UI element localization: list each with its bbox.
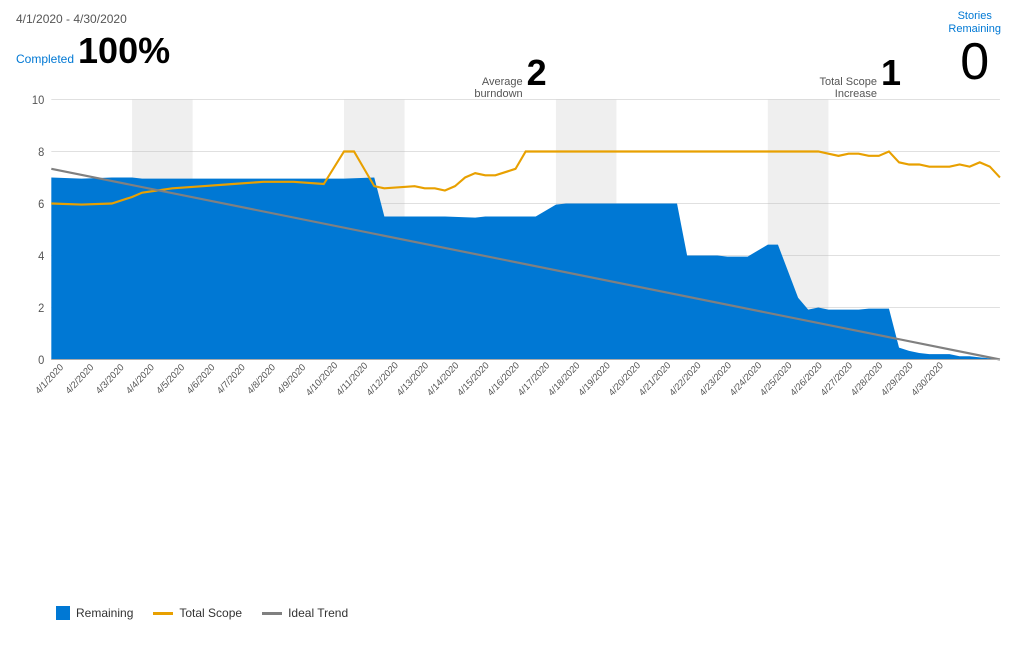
svg-text:4/6/2020: 4/6/2020 [184,361,216,396]
svg-text:4/24/2020: 4/24/2020 [727,359,763,398]
svg-text:4/10/2020: 4/10/2020 [303,359,339,398]
completed-stat: Completed 100% [16,30,170,72]
svg-text:0: 0 [38,355,44,367]
svg-text:4/21/2020: 4/21/2020 [636,359,672,398]
svg-text:4/27/2020: 4/27/2020 [818,359,854,398]
svg-text:4/5/2020: 4/5/2020 [154,361,186,396]
svg-text:4/18/2020: 4/18/2020 [546,359,582,398]
svg-text:4/12/2020: 4/12/2020 [364,359,400,398]
chart-legend: Remaining Total Scope Ideal Trend [16,606,1005,620]
svg-text:10: 10 [32,95,44,107]
completed-label: Completed [16,52,74,66]
svg-text:4/15/2020: 4/15/2020 [455,359,491,398]
ideal-trend-legend-label: Ideal Trend [288,606,348,620]
remaining-legend-label: Remaining [76,606,133,620]
svg-text:4/22/2020: 4/22/2020 [667,359,703,398]
total-scope-color-swatch [153,612,173,615]
svg-text:2: 2 [38,303,44,315]
completed-value: 100% [78,30,170,72]
svg-text:4/8/2020: 4/8/2020 [245,361,277,396]
svg-text:4/7/2020: 4/7/2020 [214,361,246,396]
remaining-color-swatch [56,606,70,620]
svg-text:4: 4 [38,251,45,263]
stories-remaining-widget: StoriesRemaining 0 [948,10,1001,88]
svg-text:4/30/2020: 4/30/2020 [909,359,945,398]
date-range: 4/1/2020 - 4/30/2020 [16,12,1005,26]
svg-text:4/3/2020: 4/3/2020 [93,361,125,396]
legend-total-scope: Total Scope [153,606,242,620]
chart-svg: 10 8 6 4 2 0 [16,80,1005,600]
svg-text:4/23/2020: 4/23/2020 [697,359,733,398]
svg-text:4/16/2020: 4/16/2020 [485,359,521,398]
svg-text:4/17/2020: 4/17/2020 [515,359,551,398]
svg-text:4/20/2020: 4/20/2020 [606,359,642,398]
svg-text:4/19/2020: 4/19/2020 [576,359,612,398]
chart-area: 10 8 6 4 2 0 [16,80,1005,600]
svg-text:8: 8 [38,147,44,159]
svg-text:4/14/2020: 4/14/2020 [425,359,461,398]
burndown-chart-container: 4/1/2020 - 4/30/2020 StoriesRemaining 0 … [0,0,1021,665]
legend-ideal-trend: Ideal Trend [262,606,348,620]
svg-text:4/25/2020: 4/25/2020 [758,359,794,398]
remaining-area [51,178,1000,360]
svg-text:4/11/2020: 4/11/2020 [334,360,370,398]
ideal-trend-color-swatch [262,612,282,615]
svg-text:4/9/2020: 4/9/2020 [275,361,307,396]
svg-text:4/4/2020: 4/4/2020 [124,361,156,396]
svg-text:4/28/2020: 4/28/2020 [848,359,884,398]
legend-remaining: Remaining [56,606,133,620]
svg-text:4/2/2020: 4/2/2020 [63,361,95,396]
total-scope-legend-label: Total Scope [179,606,242,620]
svg-text:4/26/2020: 4/26/2020 [788,359,824,398]
svg-text:4/13/2020: 4/13/2020 [394,359,430,398]
svg-text:6: 6 [38,199,44,211]
svg-text:4/29/2020: 4/29/2020 [879,359,915,398]
